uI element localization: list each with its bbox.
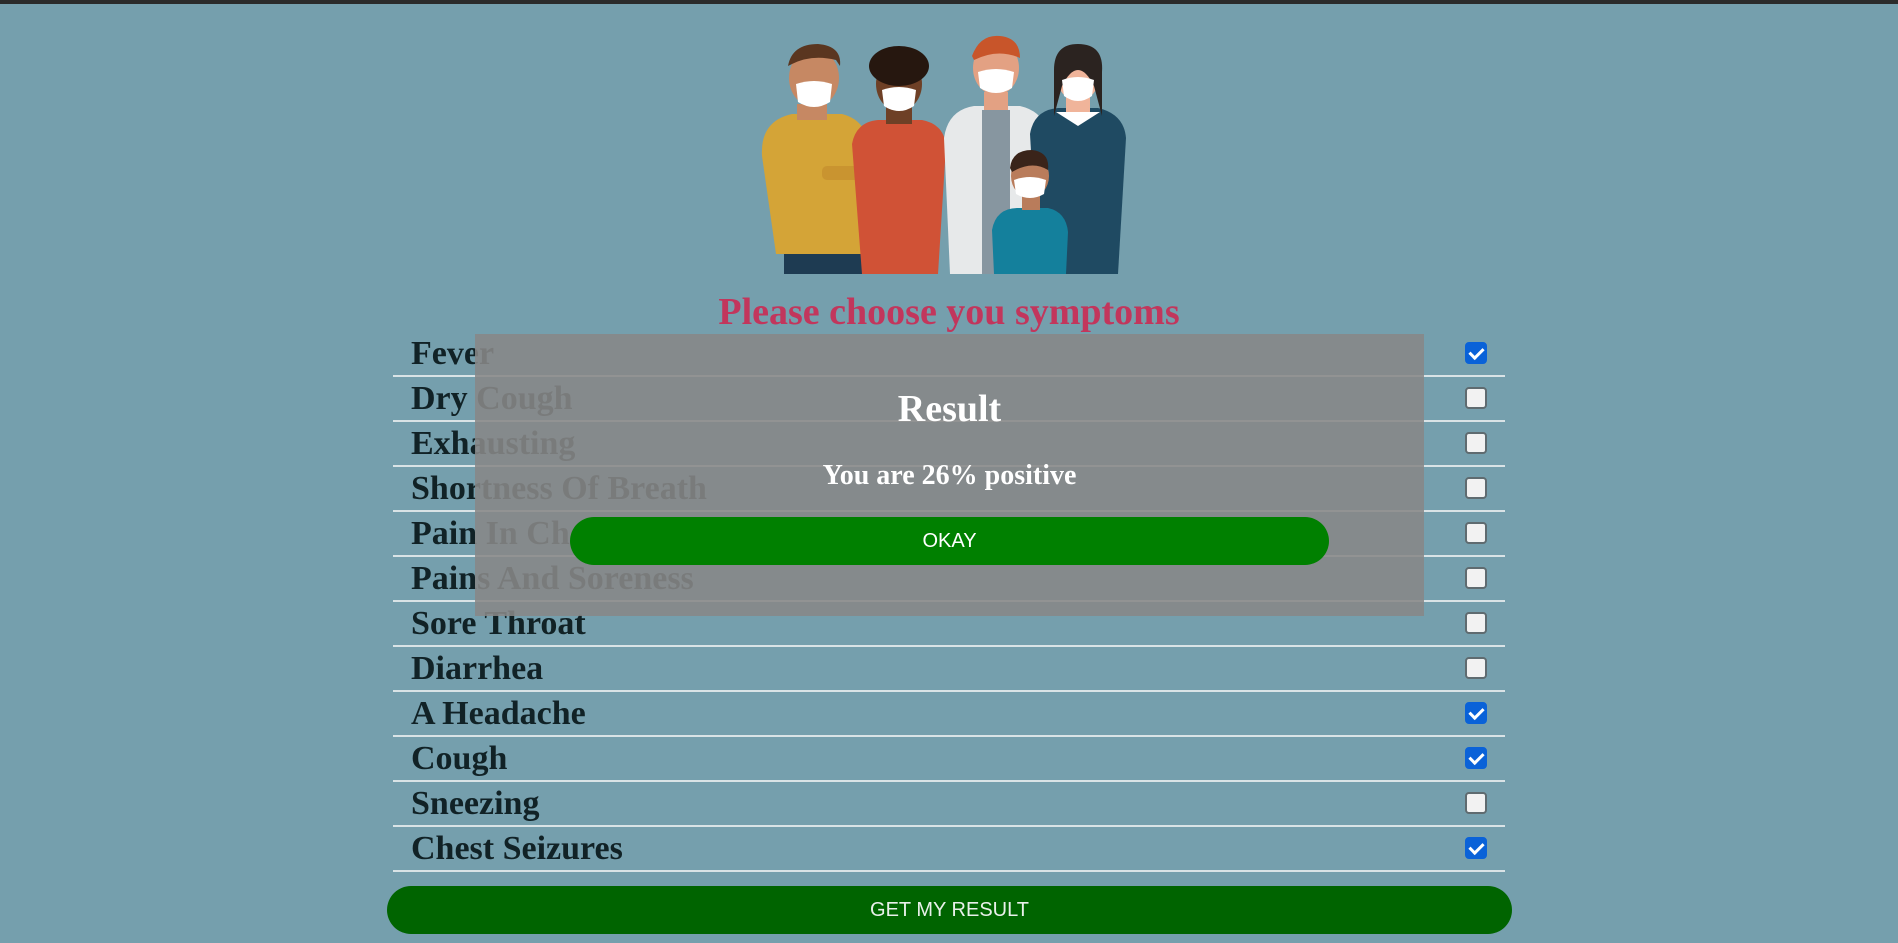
symptom-row-a-headache: A Headache bbox=[393, 692, 1505, 737]
symptom-checkbox-sneezing[interactable] bbox=[1465, 792, 1487, 814]
symptom-checkbox-diarrhea[interactable] bbox=[1465, 657, 1487, 679]
modal-title: Result bbox=[897, 388, 1002, 430]
symptom-row-cough: Cough bbox=[393, 737, 1505, 782]
symptom-label: Cough bbox=[411, 740, 508, 777]
symptom-label: Diarrhea bbox=[411, 650, 544, 687]
symptom-checkbox-sore-throat[interactable] bbox=[1465, 612, 1487, 634]
symptom-checkbox-dry-cough[interactable] bbox=[1465, 387, 1487, 409]
symptom-checkbox-shortness-of-breath[interactable] bbox=[1465, 477, 1487, 499]
symptom-row-chest-seizures: Chest Seizures bbox=[393, 827, 1505, 872]
symptom-checkbox-pains-and-soreness[interactable] bbox=[1465, 567, 1487, 589]
page-title: Please choose you symptoms bbox=[718, 291, 1180, 333]
symptom-checkbox-chest-seizures[interactable] bbox=[1465, 837, 1487, 859]
symptom-checkbox-cough[interactable] bbox=[1465, 747, 1487, 769]
symptom-label: A Headache bbox=[411, 695, 586, 732]
get-result-button[interactable]: GET MY RESULT bbox=[387, 886, 1512, 934]
symptom-row-sneezing: Sneezing bbox=[393, 782, 1505, 827]
symptom-checkbox-a-headache[interactable] bbox=[1465, 702, 1487, 724]
okay-button[interactable]: OKAY bbox=[570, 517, 1329, 565]
symptom-checkbox-pain-in-chest[interactable] bbox=[1465, 522, 1487, 544]
modal-message: You are 26% positive bbox=[822, 460, 1077, 491]
symptom-checkbox-fever[interactable] bbox=[1465, 342, 1487, 364]
top-border bbox=[0, 0, 1898, 4]
symptom-row-diarrhea: Diarrhea bbox=[393, 647, 1505, 692]
symptom-checkbox-exhausting[interactable] bbox=[1465, 432, 1487, 454]
symptom-label: Chest Seizures bbox=[411, 830, 623, 867]
woman-orange-dress-figure bbox=[852, 46, 946, 274]
people-with-masks-illustration bbox=[761, 35, 1126, 274]
result-modal: Result You are 26% positive OKAY bbox=[475, 334, 1424, 616]
symptom-label: Sneezing bbox=[411, 785, 540, 822]
